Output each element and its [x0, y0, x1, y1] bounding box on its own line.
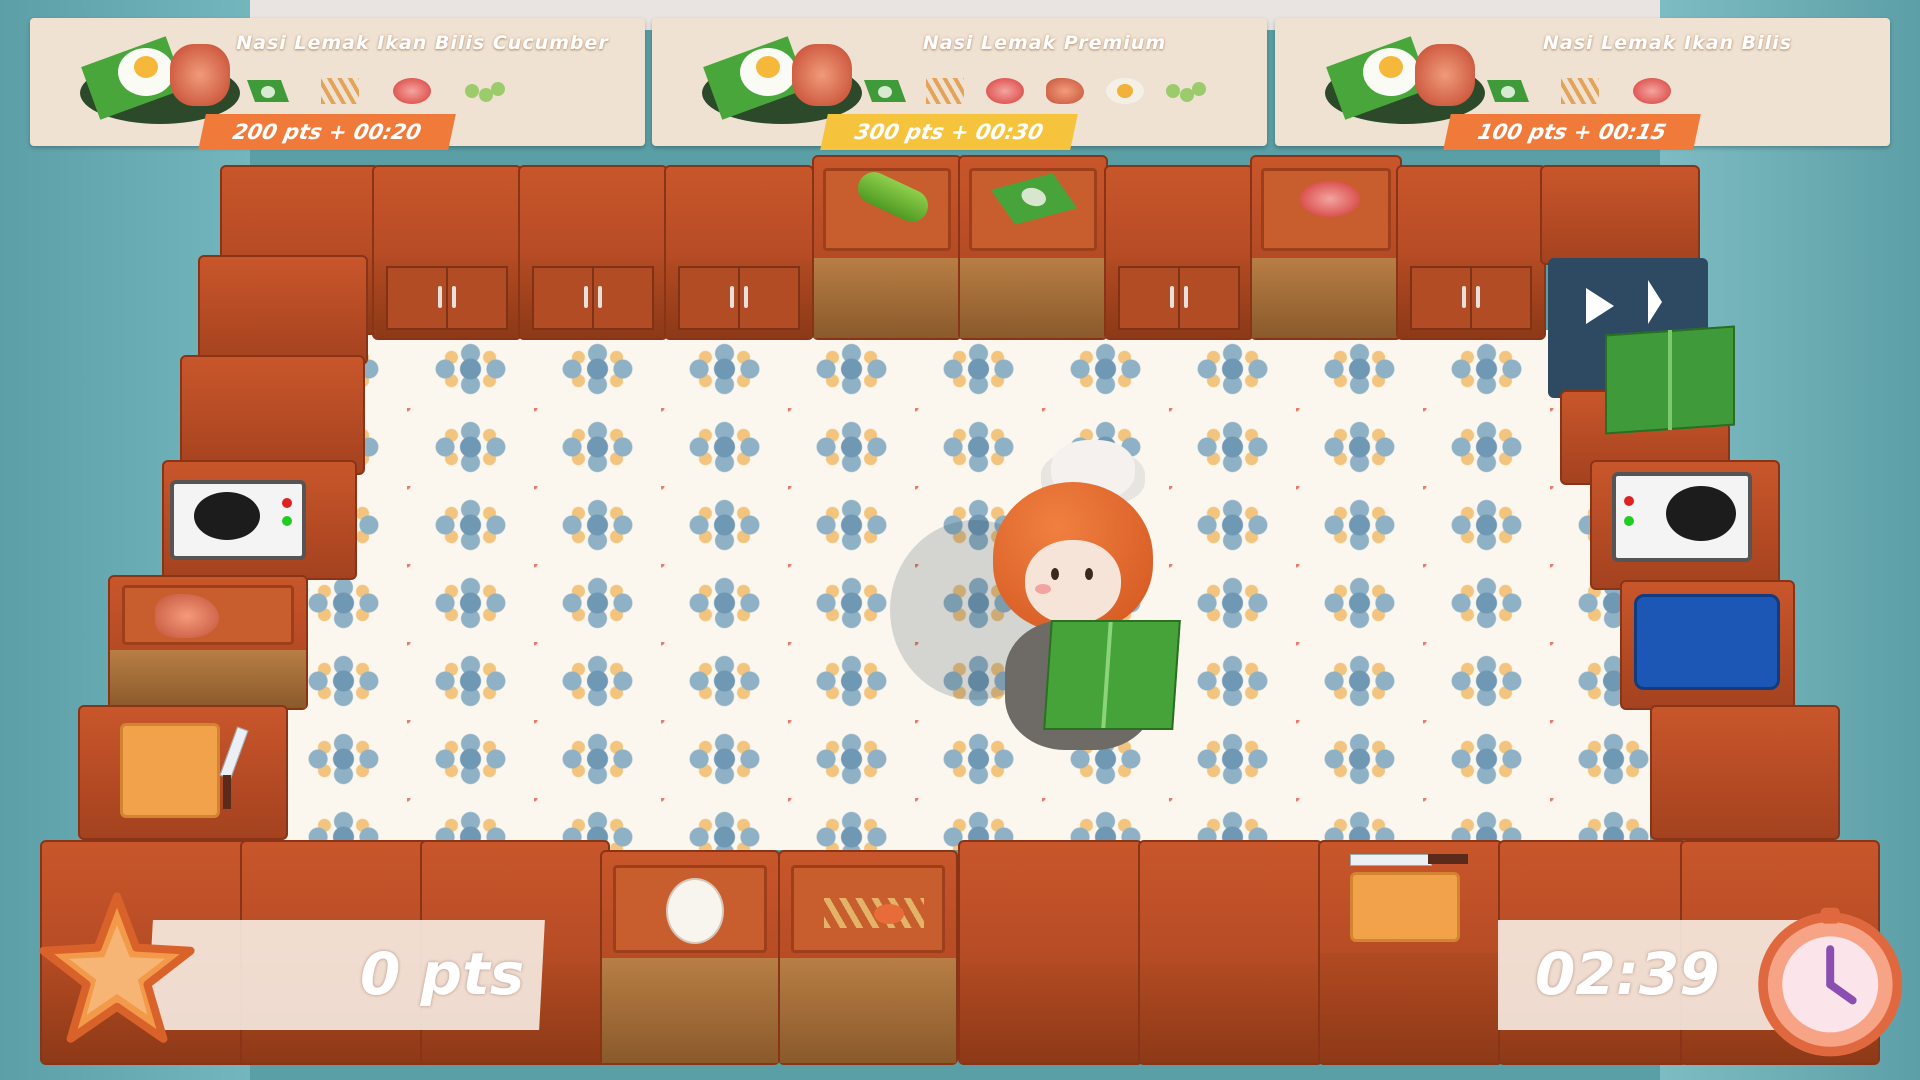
- trash-counter[interactable]: [1620, 580, 1795, 710]
- chopping-station[interactable]: [1318, 840, 1503, 1065]
- clock-icon: [1758, 907, 1903, 1057]
- cucumber-crate[interactable]: [812, 155, 962, 340]
- chef-character[interactable]: [985, 440, 1195, 770]
- cucumber-icon: [1162, 74, 1208, 108]
- counter[interactable]: [1650, 705, 1840, 840]
- stove-counter[interactable]: [1590, 460, 1780, 590]
- banana-leaf-rice-icon: [245, 74, 291, 108]
- trash-bin[interactable]: [1634, 594, 1780, 690]
- sambal-crate[interactable]: [1250, 155, 1402, 340]
- stove-counter[interactable]: [162, 460, 357, 580]
- chopping-station[interactable]: [78, 705, 288, 840]
- cabinet-counter[interactable]: [664, 165, 814, 340]
- cabinet-counter[interactable]: [518, 165, 668, 340]
- cabinet-counter[interactable]: [1396, 165, 1546, 340]
- peanuts-anchovies-icon: [922, 74, 968, 108]
- stove[interactable]: [170, 480, 306, 560]
- counter[interactable]: [1540, 165, 1700, 265]
- play-arrow-icon: [1586, 288, 1614, 324]
- timer-display: 02:39: [1535, 940, 1720, 1008]
- sambal-icon: [982, 74, 1028, 108]
- peanuts-anchovies-icon: [1557, 74, 1603, 108]
- stove[interactable]: [1612, 472, 1752, 562]
- counter[interactable]: [180, 355, 365, 475]
- counter[interactable]: [1138, 840, 1323, 1065]
- egg-crate[interactable]: [600, 850, 780, 1065]
- chicken-crate[interactable]: [108, 575, 308, 710]
- order-reward-tag: 200 pts + 00:20: [198, 114, 456, 150]
- banana-leaf-rice-icon: [1485, 74, 1531, 108]
- score-display: 0 pts: [360, 940, 525, 1008]
- ingredient-list: [245, 74, 507, 114]
- rice-crate[interactable]: [958, 155, 1108, 340]
- egg-icon: [1102, 74, 1148, 108]
- chef-face: [1025, 540, 1121, 624]
- order-ticket: Nasi Lemak Ikan Bilis Cucumber 200 pts +…: [30, 18, 645, 150]
- fried-chicken-icon: [1042, 74, 1088, 108]
- sambal-icon: [1629, 74, 1675, 108]
- banana-leaf-rice-icon: [862, 74, 908, 108]
- banana-leaf-plate-held: [1043, 620, 1181, 730]
- sambal-icon: [389, 74, 435, 108]
- knife-icon[interactable]: [1350, 854, 1432, 866]
- play-arrow-icon: [1648, 280, 1662, 324]
- anchovy-crate[interactable]: [778, 850, 958, 1065]
- cucumber-icon: [852, 166, 934, 227]
- ingredient-list: [862, 74, 1208, 114]
- egg-icon: [665, 877, 724, 944]
- order-reward-tag: 100 pts + 00:15: [1443, 114, 1701, 150]
- counter[interactable]: [198, 255, 368, 365]
- order-title: Nasi Lemak Premium: [922, 32, 1167, 54]
- game-scene: Nasi Lemak Ikan Bilis Cucumber 200 pts +…: [0, 0, 1920, 1080]
- sambal-icon: [1299, 180, 1360, 217]
- order-ticket: Nasi Lemak Premium 300 pts + 00:30: [652, 18, 1267, 150]
- banana-leaf-plate-stack[interactable]: [1605, 325, 1735, 440]
- fried-chicken-icon: [154, 593, 219, 638]
- counter[interactable]: [958, 840, 1143, 1065]
- peanuts-anchovies-icon: [317, 74, 363, 108]
- banana-leaf-rice-icon: [990, 173, 1077, 225]
- cabinet-counter[interactable]: [1104, 165, 1254, 340]
- order-title: Nasi Lemak Ikan Bilis Cucumber: [236, 32, 609, 54]
- order-reward-tag: 300 pts + 00:30: [820, 114, 1078, 150]
- order-title: Nasi Lemak Ikan Bilis: [1542, 32, 1793, 54]
- order-ticket: Nasi Lemak Ikan Bilis 100 pts + 00:15: [1275, 18, 1890, 150]
- cabinet-counter[interactable]: [372, 165, 522, 340]
- chopping-board[interactable]: [1350, 872, 1460, 942]
- cucumber-icon: [461, 74, 507, 108]
- chopping-board[interactable]: [120, 723, 220, 818]
- knife-icon[interactable]: [219, 726, 249, 780]
- star-icon: [39, 892, 195, 1043]
- ingredient-list: [1485, 74, 1675, 114]
